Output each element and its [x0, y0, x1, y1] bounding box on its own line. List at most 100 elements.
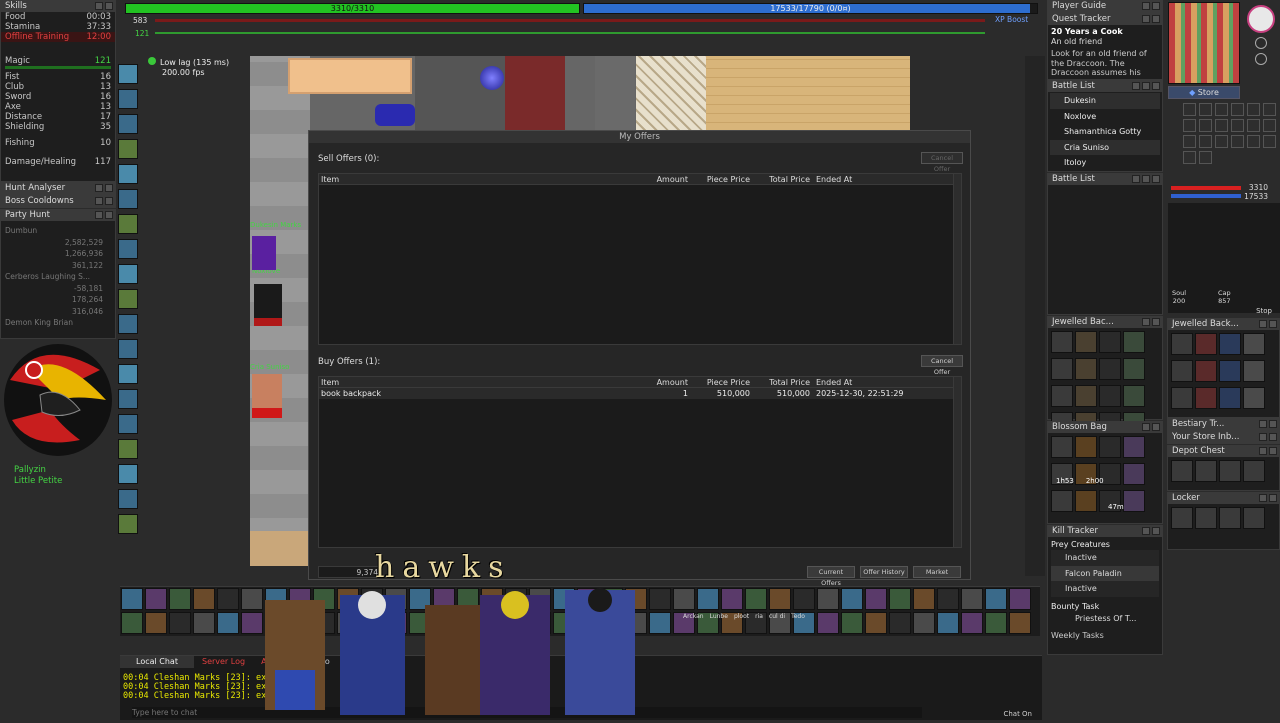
container-slot[interactable] [1243, 387, 1265, 409]
cancel-buy-offer-button[interactable]: Cancel Offer [921, 355, 963, 376]
hotbar-slot[interactable] [817, 588, 839, 610]
settings-icon[interactable] [1247, 119, 1260, 132]
current-offers-button[interactable]: Current Offers [807, 566, 855, 587]
prey-slot[interactable]: Inactive [1051, 581, 1159, 597]
stop-button[interactable]: Stop [1256, 307, 1272, 315]
prey-slot[interactable]: Inactive [1051, 550, 1159, 566]
depot-slot[interactable] [1243, 460, 1265, 482]
col-total-price[interactable]: Total Price [752, 377, 812, 387]
spell-icon[interactable] [118, 89, 138, 109]
col-amount[interactable]: Amount [654, 377, 690, 387]
spell-icon[interactable] [118, 264, 138, 284]
hotbar-slot[interactable] [769, 588, 791, 610]
col-ended-at[interactable]: Ended At [812, 377, 961, 387]
container-slot[interactable] [1075, 358, 1097, 380]
depot-slot[interactable] [1171, 460, 1193, 482]
prey-slot[interactable]: Falcon Paladin [1051, 565, 1159, 582]
hotbar-slot[interactable] [865, 612, 887, 634]
settings-icon[interactable] [1183, 135, 1196, 148]
spell-icon[interactable] [118, 64, 138, 84]
container-slot[interactable] [1195, 360, 1217, 382]
spell-icon[interactable] [118, 489, 138, 509]
your-store-panel[interactable]: Your Store Inb... [1167, 431, 1280, 444]
table-row[interactable]: book backpack 1 510,000 510,000 2025-12-… [319, 388, 961, 399]
hotbar-slot[interactable] [841, 588, 863, 610]
spell-icon[interactable] [118, 164, 138, 184]
locker-slot[interactable] [1171, 507, 1193, 529]
settings-icon[interactable] [1263, 135, 1276, 148]
hotbar-slot[interactable] [1009, 588, 1031, 610]
spell-icon[interactable] [118, 289, 138, 309]
container-slot[interactable] [1123, 490, 1145, 512]
hotbar-slot[interactable] [217, 588, 239, 610]
col-amount[interactable]: Amount [654, 174, 690, 184]
battle-entry[interactable]: Itoloy [1050, 155, 1160, 171]
container-slot[interactable] [1219, 333, 1241, 355]
container-slot[interactable] [1099, 331, 1121, 353]
settings-icon[interactable] [1231, 103, 1244, 116]
locker-slot[interactable] [1195, 507, 1217, 529]
spell-icon[interactable] [118, 214, 138, 234]
hotbar-slot[interactable] [193, 588, 215, 610]
spell-icon[interactable] [118, 239, 138, 259]
col-total-price[interactable]: Total Price [752, 174, 812, 184]
market-button[interactable]: Market [913, 566, 961, 578]
container-slot[interactable] [1051, 358, 1073, 380]
spell-icon[interactable] [118, 139, 138, 159]
settings-icon[interactable] [1183, 151, 1196, 164]
container-slot[interactable] [1219, 387, 1241, 409]
container-slot[interactable] [1123, 331, 1145, 353]
hotbar-slot[interactable] [649, 612, 671, 634]
settings-icon[interactable] [1215, 119, 1228, 132]
hotbar-slot[interactable] [889, 612, 911, 634]
hotbar-slot[interactable] [121, 612, 143, 634]
container-slot[interactable] [1195, 387, 1217, 409]
col-piece-price[interactable]: Piece Price [690, 377, 752, 387]
settings-icon[interactable] [1199, 119, 1212, 132]
hotbar-slot[interactable] [937, 588, 959, 610]
col-item[interactable]: Item [319, 377, 654, 387]
col-piece-price[interactable]: Piece Price [690, 174, 752, 184]
container-slot[interactable] [1051, 331, 1073, 353]
hotbar-slot[interactable] [169, 612, 191, 634]
container-slot[interactable] [1195, 333, 1217, 355]
container-slot[interactable] [1075, 331, 1097, 353]
hotbar-slot[interactable] [721, 588, 743, 610]
depot-slot[interactable] [1195, 460, 1217, 482]
container-slot[interactable] [1123, 358, 1145, 380]
container-slot[interactable] [1075, 385, 1097, 407]
cancel-sell-offer-button[interactable]: Cancel Offer [921, 152, 963, 173]
battle-entry[interactable]: Shamanthica Gotty [1050, 124, 1160, 140]
hotbar-slot[interactable] [1009, 612, 1031, 634]
settings-icon[interactable] [1215, 135, 1228, 148]
store-button[interactable]: ◆ Store [1168, 86, 1240, 99]
battle-entry[interactable]: Noxlove [1050, 109, 1160, 125]
hotbar-slot[interactable] [913, 588, 935, 610]
col-item[interactable]: Item [319, 174, 654, 184]
boss-cooldowns-panel[interactable]: Boss Cooldowns [0, 195, 116, 208]
hotbar-slot[interactable] [193, 612, 215, 634]
party-name[interactable]: Pallyzin [14, 465, 62, 476]
spell-icon[interactable] [118, 514, 138, 534]
spell-icon[interactable] [118, 414, 138, 434]
party-name[interactable]: Little Petite [14, 476, 62, 487]
battle-entry[interactable]: Dukesin [1050, 93, 1160, 109]
container-slot[interactable] [1219, 360, 1241, 382]
container-slot[interactable] [1051, 490, 1073, 512]
settings-icon[interactable] [1199, 135, 1212, 148]
zoom-in-icon[interactable] [1255, 37, 1267, 49]
depot-slot[interactable] [1219, 460, 1241, 482]
hotbar-slot[interactable] [673, 588, 695, 610]
spell-icon[interactable] [118, 364, 138, 384]
spell-icon[interactable] [118, 439, 138, 459]
container-slot[interactable] [1099, 436, 1121, 458]
container-slot[interactable] [1051, 385, 1073, 407]
hotbar-slot[interactable] [985, 612, 1007, 634]
settings-icon[interactable] [1247, 135, 1260, 148]
settings-icon[interactable] [1215, 103, 1228, 116]
settings-icon[interactable] [1231, 119, 1244, 132]
container-slot[interactable] [1051, 436, 1073, 458]
container-slot[interactable] [1171, 360, 1193, 382]
hunt-analyser-panel[interactable]: Hunt Analyser [0, 182, 116, 195]
hotbar-slot[interactable] [745, 588, 767, 610]
